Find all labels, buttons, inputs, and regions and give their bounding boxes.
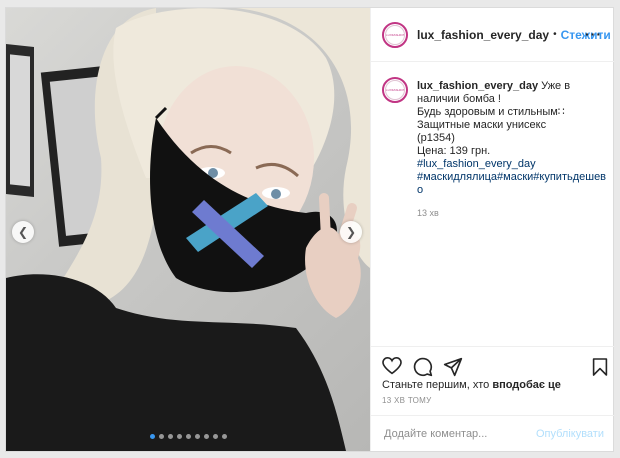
like-link[interactable]: вподобає це xyxy=(492,379,561,391)
caption-text: lux_fashion_every_day Уже в наличии бомба… xyxy=(417,80,607,220)
caption-avatar[interactable]: LUXFASHION EVERYDAY xyxy=(382,77,408,103)
photo-illustration xyxy=(6,8,370,451)
carousel-indicator xyxy=(6,434,370,439)
post-photo[interactable]: ❮ ❯ xyxy=(6,8,370,451)
hashtag-link[interactable]: #маскидлялица#маски#купитьдешево xyxy=(417,171,607,197)
comment-box: Опублікувати xyxy=(371,415,614,452)
hashtag-link[interactable]: #lux_fashion_every_day xyxy=(417,158,607,171)
carousel-dot xyxy=(158,434,164,439)
carousel-dot xyxy=(212,434,218,439)
chevron-left-icon: ❮ xyxy=(17,225,29,239)
instagram-post: ❮ ❯ LUXFASHION EVERYDAY lux_fashion_ever… xyxy=(5,7,614,452)
next-slide-button[interactable]: ❯ xyxy=(340,221,362,243)
caption-line: Будь здоровым и стильным∷ xyxy=(417,106,565,118)
caption-time: 13 хв xyxy=(417,208,439,218)
bookmark-icon[interactable] xyxy=(592,357,608,382)
caption-line: Цена: 139 грн. xyxy=(417,145,491,157)
comment-input[interactable] xyxy=(382,427,536,441)
carousel-dot xyxy=(203,434,209,439)
carousel-dot xyxy=(185,434,191,439)
carousel-dot xyxy=(176,434,182,439)
chevron-right-icon: ❯ xyxy=(345,225,357,239)
carousel-dot xyxy=(167,434,173,439)
likes-prefix: Станьте першим, хто xyxy=(382,379,493,391)
avatar-logo: LUXFASHION EVERYDAY xyxy=(385,80,405,100)
caption-line: (p1354) xyxy=(417,132,455,144)
caption-username-link[interactable]: lux_fashion_every_day xyxy=(417,80,538,92)
post-header: LUXFASHION EVERYDAY lux_fashion_every_da… xyxy=(371,8,614,62)
caption-line: Защитные маски унисекс xyxy=(417,119,547,131)
post-side-panel: LUXFASHION EVERYDAY lux_fashion_every_da… xyxy=(370,8,614,451)
action-bar xyxy=(371,346,614,377)
username-link[interactable]: lux_fashion_every_day xyxy=(417,28,549,42)
carousel-dot xyxy=(221,434,227,439)
post-timestamp: 13 ХВ ТОМУ xyxy=(382,396,432,405)
carousel-dot xyxy=(194,434,200,439)
separator: • xyxy=(553,29,557,40)
publish-button[interactable]: Опублікувати xyxy=(536,428,604,440)
carousel-dot xyxy=(149,434,155,439)
caption-area: LUXFASHION EVERYDAY lux_fashion_every_da… xyxy=(371,69,614,220)
previous-slide-button[interactable]: ❮ xyxy=(12,221,34,243)
avatar-logo: LUXFASHION EVERYDAY xyxy=(385,24,405,45)
avatar[interactable]: LUXFASHION EVERYDAY xyxy=(382,21,408,48)
more-horizontal-icon[interactable]: ··· xyxy=(585,26,602,42)
heart-icon[interactable] xyxy=(382,356,402,380)
likes-text: Станьте першим, хто вподобає це xyxy=(382,379,561,391)
